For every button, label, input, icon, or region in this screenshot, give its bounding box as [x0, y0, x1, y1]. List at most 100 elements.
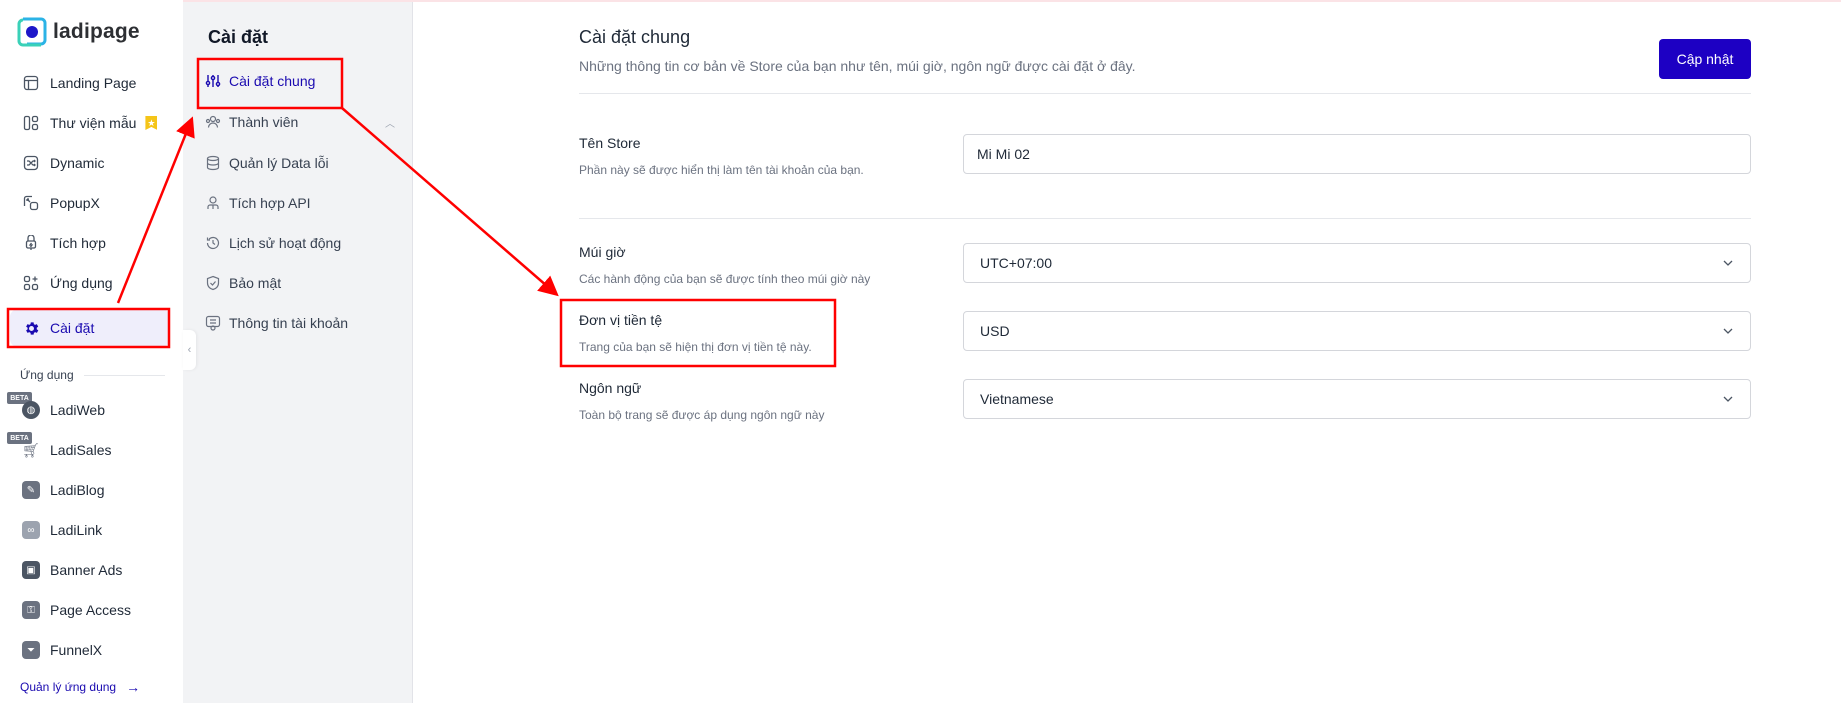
sliders-icon — [205, 73, 221, 89]
chevron-up-icon[interactable]: ︿ — [385, 115, 395, 130]
key-icon: ⚿ — [22, 601, 40, 619]
ladipage-logo-icon — [17, 16, 47, 48]
page-description: Những thông tin cơ bản về Store của bạn … — [579, 58, 1136, 74]
app-item-label: LadiSales — [50, 442, 112, 458]
cart-icon: 🛒︎ — [22, 441, 40, 458]
sidebar-item-dynamic[interactable]: Dynamic — [10, 144, 170, 182]
sidebar-item-apps[interactable]: Ứng dụng — [10, 264, 170, 302]
settings-nav-panel: Cài đặt Cài đặt chung Thành viên ︿ Quản … — [183, 2, 413, 703]
account-info-icon — [205, 315, 221, 331]
currency-description: Trang của bạn sẽ hiện thị đơn vị tiền tệ… — [579, 340, 812, 354]
popup-icon — [22, 194, 40, 212]
app-item-label: LadiBlog — [50, 482, 105, 498]
section-divider — [579, 218, 1751, 219]
settings-nav-general[interactable]: Cài đặt chung — [205, 66, 395, 96]
settings-nav-members[interactable]: Thành viên ︿ — [205, 107, 395, 137]
settings-nav-api[interactable]: Tích hợp API — [205, 188, 395, 218]
app-item-ladiweb[interactable]: ◍ LadiWeb — [10, 391, 170, 429]
settings-nav-label: Thành viên — [229, 114, 299, 130]
settings-nav-label: Thông tin tài khoản — [229, 315, 349, 331]
brand-name: ladipage — [53, 20, 140, 43]
language-value: Vietnamese — [980, 391, 1054, 407]
sidebar-item-label: Dynamic — [50, 155, 105, 171]
settings-nav-label: Tích hợp API — [229, 195, 311, 211]
globe-icon: ◍ — [22, 401, 40, 419]
gear-icon — [22, 319, 40, 337]
language-label: Ngôn ngữ — [579, 380, 642, 396]
settings-nav-security[interactable]: Bảo mật — [205, 268, 395, 298]
settings-nav-activity-history[interactable]: Lịch sử hoạt động — [205, 228, 395, 258]
settings-nav-label: Cài đặt chung — [229, 73, 316, 89]
app-item-ladisales[interactable]: 🛒︎ LadiSales — [10, 431, 170, 469]
sidebar-item-settings[interactable]: Cài đặt — [10, 309, 170, 347]
timezone-select[interactable]: UTC+07:00 — [963, 243, 1751, 283]
primary-sidebar: ladipage Landing Page Thư viện mẫu ★ Dyn… — [0, 0, 183, 703]
store-name-input[interactable] — [963, 134, 1751, 174]
page-title: Cài đặt chung — [579, 27, 691, 47]
app-item-ladiblog[interactable]: ✎ LadiBlog — [10, 471, 170, 509]
app-item-banner-ads[interactable]: ▣ Banner Ads — [10, 551, 170, 589]
currency-select[interactable]: USD — [963, 311, 1751, 351]
timezone-description: Các hành động của bạn sẽ được tính theo … — [579, 272, 871, 286]
sidebar-item-label: Landing Page — [50, 75, 137, 91]
layout-icon — [22, 74, 40, 92]
sidebar-item-integrations[interactable]: Tích hợp — [10, 224, 170, 262]
app-item-label: FunnelX — [50, 642, 103, 658]
template-library-icon — [22, 114, 40, 132]
banner-image-icon: ▣ — [22, 561, 40, 579]
settings-nav-account-info[interactable]: Thông tin tài khoản — [205, 308, 395, 338]
link-icon: ∞ — [22, 521, 40, 539]
general-settings-content: Cài đặt chung Những thông tin cơ bản về … — [414, 2, 1841, 703]
blog-edit-icon: ✎ — [22, 481, 40, 499]
timezone-label: Múi giờ — [579, 244, 626, 260]
sidebar-item-popupx[interactable]: PopupX — [10, 184, 170, 222]
settings-nav-error-data[interactable]: Quản lý Data lỗi — [205, 148, 395, 178]
sidebar-item-template-library[interactable]: Thư viện mẫu ★ — [10, 104, 170, 142]
api-icon — [205, 195, 221, 211]
sidebar-item-label: PopupX — [50, 195, 100, 211]
store-name-description: Phần này sẽ được hiển thị làm tên tài kh… — [579, 163, 864, 177]
sidebar-item-label: Tích hợp — [50, 235, 106, 251]
sidebar-item-label: Thư viện mẫu — [50, 115, 137, 131]
shield-icon — [205, 275, 221, 291]
chevron-down-icon — [1723, 396, 1733, 402]
language-description: Toàn bộ trang sẽ được áp dụng ngôn ngữ n… — [579, 408, 825, 422]
users-icon — [205, 114, 221, 130]
manage-apps-link[interactable]: Quản lý ứng dụng → — [20, 679, 140, 695]
star-bookmark-icon: ★ — [145, 116, 158, 130]
currency-label: Đơn vị tiền tệ — [579, 312, 663, 328]
language-select[interactable]: Vietnamese — [963, 379, 1751, 419]
app-item-label: LadiWeb — [50, 402, 106, 418]
update-button[interactable]: Cập nhật — [1659, 39, 1751, 79]
database-icon — [205, 155, 221, 171]
app-item-label: Page Access — [50, 602, 131, 618]
shuffle-icon — [22, 154, 40, 172]
apps-section-label: Ứng dụng — [20, 368, 74, 382]
plug-icon — [22, 234, 40, 252]
app-item-page-access[interactable]: ⚿ Page Access — [10, 591, 170, 629]
manage-apps-label: Quản lý ứng dụng — [20, 680, 117, 694]
sidebar-item-label: Ứng dụng — [50, 275, 113, 291]
chevron-down-icon — [1723, 328, 1733, 334]
sidebar-item-landing-page[interactable]: Landing Page — [10, 64, 170, 102]
settings-nav-title: Cài đặt — [208, 27, 269, 47]
store-name-label: Tên Store — [579, 135, 641, 151]
section-divider — [83, 374, 165, 376]
apps-icon — [22, 274, 40, 292]
currency-value: USD — [980, 323, 1010, 339]
funnel-icon: ⏷ — [22, 641, 40, 659]
sidebar-item-label: Cài đặt — [50, 320, 95, 336]
app-item-funnelx[interactable]: ⏷ FunnelX — [10, 631, 170, 669]
settings-nav-label: Quản lý Data lỗi — [229, 155, 329, 171]
arrow-right-icon: → — [126, 679, 141, 695]
chevron-left-icon: ‹ — [187, 344, 192, 356]
chevron-down-icon — [1723, 260, 1733, 266]
settings-nav-label: Bảo mật — [229, 275, 282, 291]
header-divider — [579, 93, 1751, 94]
collapse-sidebar-button[interactable]: ‹ — [183, 330, 196, 370]
history-icon — [205, 235, 221, 251]
apps-section-header: Ứng dụng — [20, 368, 165, 382]
brand-logo[interactable]: ladipage — [17, 16, 140, 48]
app-item-ladilink[interactable]: ∞ LadiLink — [10, 511, 170, 549]
timezone-value: UTC+07:00 — [980, 255, 1052, 271]
